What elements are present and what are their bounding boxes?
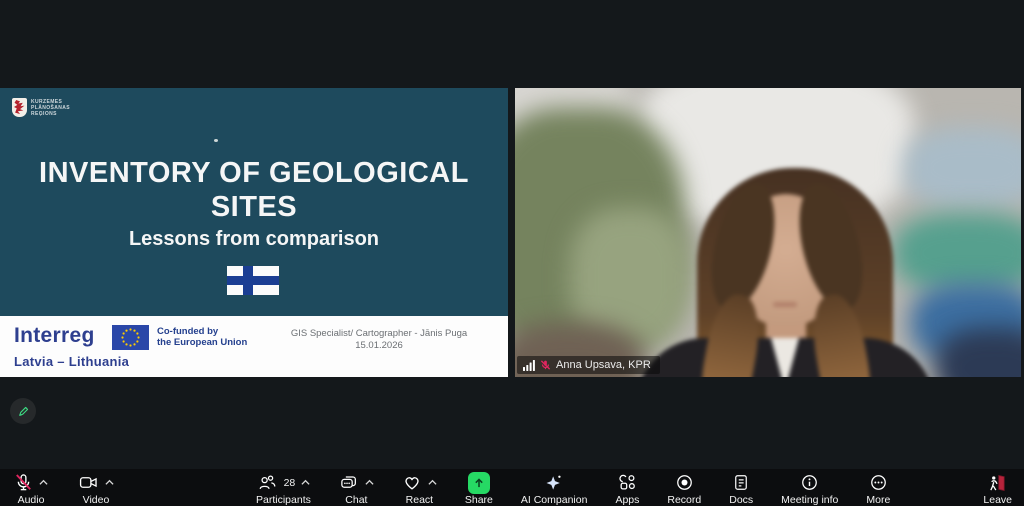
leave-door-icon <box>987 473 1008 493</box>
ellipsis-icon <box>869 473 888 492</box>
apps-button[interactable]: Apps <box>611 472 643 506</box>
annotate-button[interactable] <box>10 398 36 424</box>
pencil-icon <box>17 405 30 418</box>
author-credit: GIS Specialist/ Cartographer - Jānis Pug… <box>264 328 494 352</box>
react-button[interactable]: React <box>398 472 441 506</box>
audio-button[interactable]: Audio <box>10 472 52 506</box>
slide-subtitle: Lessons from comparison <box>0 228 508 251</box>
cursor-dot <box>214 139 218 142</box>
record-icon <box>675 473 694 492</box>
connection-signal-icon <box>523 360 535 371</box>
share-screen-icon <box>468 472 490 494</box>
finland-flag-icon <box>227 266 279 295</box>
org-name-line2: PLĀNOŠANAS <box>31 105 70 111</box>
slide-title: INVENTORY OF GEOLOGICAL SITES <box>0 156 508 224</box>
interreg-logo: Interreg <box>14 324 95 348</box>
org-name-line3: REĢIONS <box>31 111 70 117</box>
chat-chevron[interactable] <box>365 479 374 486</box>
meeting-info-button[interactable]: Meeting info <box>777 472 842 506</box>
participant-name: Anna Upsava, KPR <box>556 359 651 371</box>
participants-icon <box>257 473 277 492</box>
share-button[interactable]: Share <box>461 472 497 506</box>
participants-button[interactable]: 28 Participants <box>252 472 315 506</box>
document-icon <box>732 473 750 492</box>
muted-mic-icon <box>540 359 551 371</box>
participants-count: 28 <box>284 477 296 489</box>
meeting-toolbar: Audio Video <box>0 469 1024 506</box>
program-name: Latvia – Lithuania <box>14 354 129 369</box>
audio-chevron[interactable] <box>39 479 48 486</box>
participant-name-tag: Anna Upsava, KPR <box>517 356 660 374</box>
heart-icon <box>402 473 422 492</box>
cofunded-label: Co-funded by the European Union <box>157 326 247 348</box>
record-button[interactable]: Record <box>663 472 705 506</box>
docs-button[interactable]: Docs <box>725 472 757 506</box>
apps-icon <box>618 473 637 492</box>
video-button[interactable]: Video <box>74 472 118 506</box>
slide-footer: Interreg Latvia – Lithuania Co-funded by… <box>0 316 508 377</box>
chat-button[interactable]: Chat <box>335 472 378 506</box>
participants-chevron[interactable] <box>301 479 310 486</box>
eu-flag-icon <box>112 325 149 350</box>
sparkle-icon <box>544 473 564 493</box>
video-chevron[interactable] <box>105 479 114 486</box>
meeting-window: KURZEMES PLĀNOŠANAS REĢIONS INVENTORY OF… <box>0 0 1024 506</box>
more-button[interactable]: More <box>862 472 894 506</box>
mic-muted-icon <box>14 473 33 492</box>
ai-companion-button[interactable]: AI Companion <box>517 472 592 506</box>
react-chevron[interactable] <box>428 479 437 486</box>
leave-button[interactable]: Leave <box>979 472 1016 506</box>
camera-icon <box>78 473 99 492</box>
shared-screen-slide: KURZEMES PLĀNOŠANAS REĢIONS INVENTORY OF… <box>0 88 508 377</box>
kpr-coat-of-arms-icon <box>12 98 27 117</box>
info-icon <box>800 473 819 492</box>
kurzeme-region-logo: KURZEMES PLĀNOŠANAS REĢIONS <box>12 98 70 117</box>
participant-video-tile: Anna Upsava, KPR <box>515 88 1021 377</box>
chat-icon <box>339 473 359 492</box>
participant-person <box>515 88 1021 377</box>
